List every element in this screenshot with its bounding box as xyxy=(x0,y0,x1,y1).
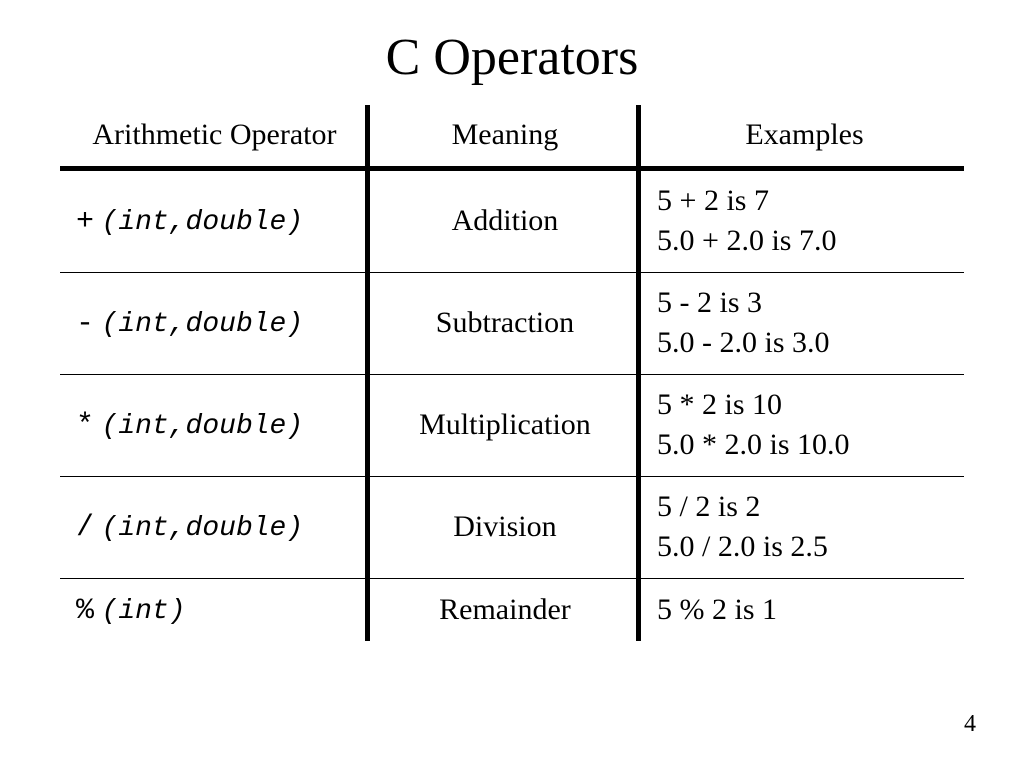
meaning-cell: Division xyxy=(367,476,638,578)
example-line: 5.0 + 2.0 is 7.0 xyxy=(657,221,952,262)
example-line: 5 * 2 is 10 xyxy=(657,385,952,426)
operator-symbol: / xyxy=(76,511,94,545)
meaning-cell: Remainder xyxy=(367,578,638,641)
operator-cell: / (int,double) xyxy=(60,476,367,578)
examples-cell: 5 / 2 is 2 5.0 / 2.0 is 2.5 xyxy=(639,476,964,578)
operator-types: (int,double) xyxy=(102,411,304,442)
table-row: * (int,double) Multiplication 5 * 2 is 1… xyxy=(60,374,964,476)
operator-cell: - (int,double) xyxy=(60,272,367,374)
example-line: 5 - 2 is 3 xyxy=(657,283,952,324)
examples-cell: 5 % 2 is 1 xyxy=(639,578,964,641)
header-meaning: Meaning xyxy=(367,105,638,168)
examples-cell: 5 - 2 is 3 5.0 - 2.0 is 3.0 xyxy=(639,272,964,374)
meaning-cell: Addition xyxy=(367,168,638,272)
operator-types: (int,double) xyxy=(102,309,304,340)
table-row: - (int,double) Subtraction 5 - 2 is 3 5.… xyxy=(60,272,964,374)
example-line: 5.0 * 2.0 is 10.0 xyxy=(657,425,952,466)
example-line: 5.0 - 2.0 is 3.0 xyxy=(657,323,952,364)
meaning-cell: Multiplication xyxy=(367,374,638,476)
slide: C Operators Arithmetic Operator Meaning … xyxy=(0,0,1024,768)
operator-cell: % (int) xyxy=(60,578,367,641)
operator-symbol: + xyxy=(76,205,94,239)
table-row: + (int,double) Addition 5 + 2 is 7 5.0 +… xyxy=(60,168,964,272)
operator-symbol: - xyxy=(76,307,94,341)
operators-table: Arithmetic Operator Meaning Examples + (… xyxy=(60,105,964,641)
operator-cell: + (int,double) xyxy=(60,168,367,272)
example-line: 5 % 2 is 1 xyxy=(657,590,952,631)
meaning-cell: Subtraction xyxy=(367,272,638,374)
page-number: 4 xyxy=(964,711,976,738)
operator-types: (int,double) xyxy=(102,207,304,238)
header-examples: Examples xyxy=(639,105,964,168)
example-line: 5 / 2 is 2 xyxy=(657,487,952,528)
slide-title: C Operators xyxy=(60,28,964,87)
operator-types: (int) xyxy=(102,596,186,627)
examples-cell: 5 + 2 is 7 5.0 + 2.0 is 7.0 xyxy=(639,168,964,272)
header-operator: Arithmetic Operator xyxy=(60,105,367,168)
example-line: 5 + 2 is 7 xyxy=(657,181,952,222)
examples-cell: 5 * 2 is 10 5.0 * 2.0 is 10.0 xyxy=(639,374,964,476)
example-line: 5.0 / 2.0 is 2.5 xyxy=(657,527,952,568)
operator-symbol: * xyxy=(76,409,94,443)
operator-cell: * (int,double) xyxy=(60,374,367,476)
operator-symbol: % xyxy=(76,594,94,628)
table-row: % (int) Remainder 5 % 2 is 1 xyxy=(60,578,964,641)
table-row: / (int,double) Division 5 / 2 is 2 5.0 /… xyxy=(60,476,964,578)
operator-types: (int,double) xyxy=(102,513,304,544)
table-header-row: Arithmetic Operator Meaning Examples xyxy=(60,105,964,168)
